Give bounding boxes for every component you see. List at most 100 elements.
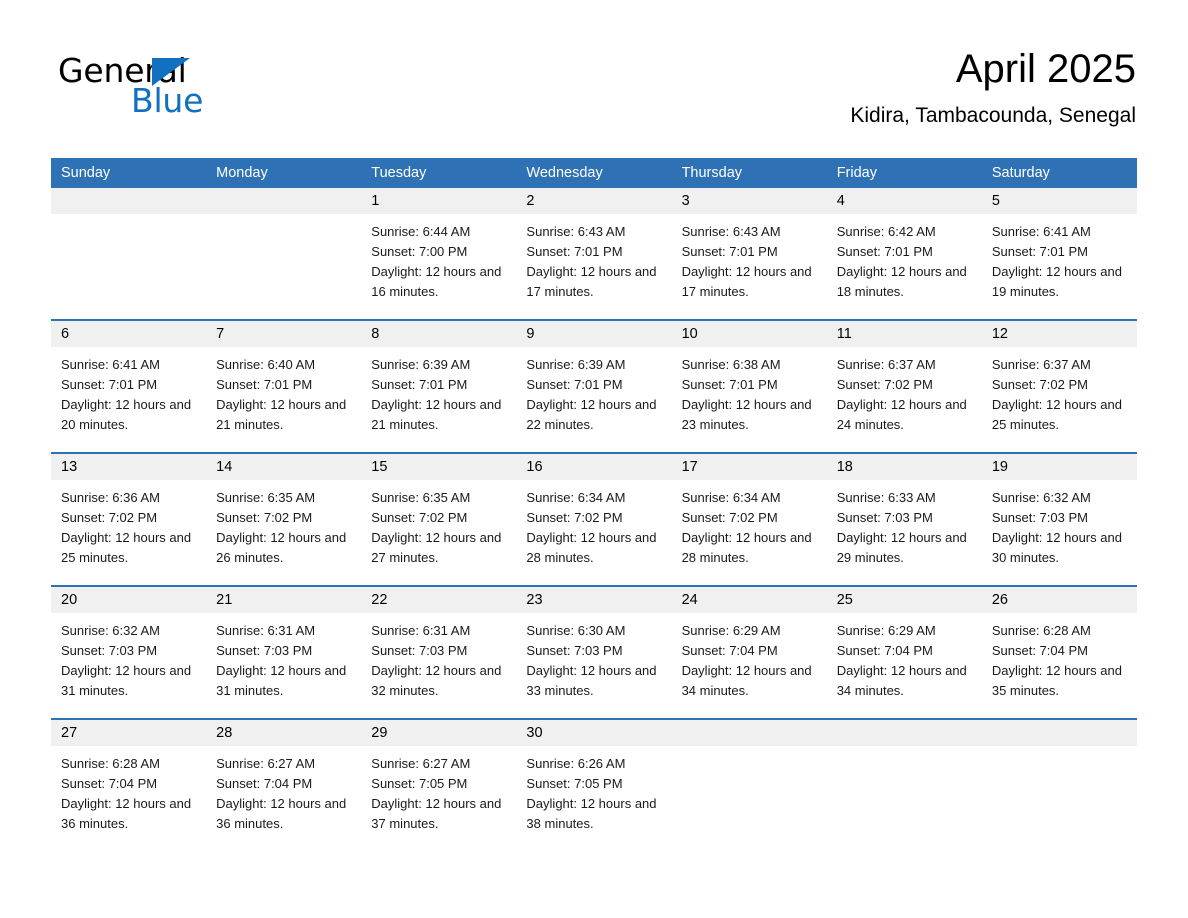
daylight-text: Daylight: 12 hours and 19 minutes. [991, 264, 1122, 299]
day-cell[interactable]: 5 Sunrise: 6:41 AM Sunset: 7:01 PM Dayli… [981, 188, 1137, 319]
day-info: Sunrise: 6:27 AM Sunset: 7:04 PM Dayligh… [206, 746, 361, 834]
sunset-text: Sunset: 7:05 PM [371, 776, 468, 791]
daylight-text: Daylight: 12 hours and 38 minutes. [526, 796, 657, 831]
weekday-header-friday: Friday [836, 165, 877, 181]
sunrise-text: Sunrise: 6:32 AM [61, 623, 160, 638]
generalblue-logo[interactable]: General Blue [58, 52, 318, 124]
sunrise-text: Sunrise: 6:35 AM [371, 490, 471, 505]
sunset-text: Sunset: 7:01 PM [526, 377, 623, 392]
sunset-text: Sunset: 7:03 PM [61, 643, 158, 658]
day-cell[interactable]: 28 Sunrise: 6:27 AM Sunset: 7:04 PM Dayl… [206, 720, 362, 851]
sunrise-text: Sunrise: 6:36 AM [61, 490, 160, 505]
daylight-text: Daylight: 12 hours and 23 minutes. [681, 397, 812, 432]
day-info [982, 746, 1137, 754]
page-title: April 2025 [955, 47, 1136, 91]
day-info: Sunrise: 6:29 AM Sunset: 7:04 PM Dayligh… [827, 613, 982, 701]
sunrise-text: Sunrise: 6:28 AM [991, 623, 1091, 638]
day-cell[interactable]: 21 Sunrise: 6:31 AM Sunset: 7:03 PM Dayl… [206, 587, 362, 718]
daylight-text: Daylight: 12 hours and 28 minutes. [526, 530, 657, 565]
day-cell[interactable]: 20 Sunrise: 6:32 AM Sunset: 7:03 PM Dayl… [51, 587, 207, 718]
sunrise-text: Sunrise: 6:28 AM [61, 756, 160, 771]
day-cell[interactable]: 17 Sunrise: 6:34 AM Sunset: 7:02 PM Dayl… [671, 454, 827, 585]
day-cell[interactable]: 15 Sunrise: 6:35 AM Sunset: 7:02 PM Dayl… [361, 454, 517, 585]
logo-text-blue: Blue [131, 81, 204, 120]
day-number: 14 [206, 454, 362, 480]
day-cell[interactable]: 30 Sunrise: 6:26 AM Sunset: 7:05 PM Dayl… [516, 720, 672, 851]
day-info: Sunrise: 6:34 AM Sunset: 7:02 PM Dayligh… [672, 480, 827, 568]
day-cell[interactable]: 8 Sunrise: 6:39 AM Sunset: 7:01 PM Dayli… [361, 321, 517, 452]
sunrise-text: Sunrise: 6:37 AM [836, 357, 936, 372]
day-cell[interactable]: 9 Sunrise: 6:39 AM Sunset: 7:01 PM Dayli… [516, 321, 672, 452]
day-cell[interactable]: 7 Sunrise: 6:40 AM Sunset: 7:01 PM Dayli… [206, 321, 362, 452]
day-cell[interactable]: 6 Sunrise: 6:41 AM Sunset: 7:01 PM Dayli… [51, 321, 207, 452]
sunrise-text: Sunrise: 6:26 AM [526, 756, 626, 771]
sunset-text: Sunset: 7:01 PM [526, 244, 623, 259]
sunrise-text: Sunrise: 6:34 AM [681, 490, 781, 505]
day-cell[interactable]: 22 Sunrise: 6:31 AM Sunset: 7:03 PM Dayl… [361, 587, 517, 718]
day-number: 30 [516, 720, 672, 746]
day-cell[interactable]: 14 Sunrise: 6:35 AM Sunset: 7:02 PM Dayl… [206, 454, 362, 585]
sunrise-text: Sunrise: 6:37 AM [991, 357, 1091, 372]
day-info: Sunrise: 6:26 AM Sunset: 7:05 PM Dayligh… [516, 746, 671, 834]
day-number: 7 [206, 321, 362, 347]
day-cell[interactable]: 11 Sunrise: 6:37 AM Sunset: 7:02 PM Dayl… [826, 321, 982, 452]
sunrise-text: Sunrise: 6:39 AM [526, 357, 626, 372]
daylight-text: Daylight: 12 hours and 30 minutes. [991, 530, 1122, 565]
day-cell[interactable]: 26 Sunrise: 6:28 AM Sunset: 7:04 PM Dayl… [981, 587, 1137, 718]
sunrise-text: Sunrise: 6:41 AM [991, 224, 1091, 239]
sunset-text: Sunset: 7:03 PM [836, 510, 933, 525]
day-number: 25 [826, 587, 982, 613]
daylight-text: Daylight: 12 hours and 24 minutes. [836, 397, 967, 432]
day-cell[interactable]: 24 Sunrise: 6:29 AM Sunset: 7:04 PM Dayl… [671, 587, 827, 718]
daylight-text: Daylight: 12 hours and 36 minutes. [61, 796, 192, 831]
day-cell[interactable]: 4 Sunrise: 6:42 AM Sunset: 7:01 PM Dayli… [826, 188, 982, 319]
day-info: Sunrise: 6:39 AM Sunset: 7:01 PM Dayligh… [361, 347, 516, 435]
day-number: 27 [51, 720, 207, 746]
day-info: Sunrise: 6:43 AM Sunset: 7:01 PM Dayligh… [672, 214, 827, 302]
day-cell[interactable]: 19 Sunrise: 6:32 AM Sunset: 7:03 PM Dayl… [981, 454, 1137, 585]
day-cell[interactable]: 27 Sunrise: 6:28 AM Sunset: 7:04 PM Dayl… [51, 720, 207, 851]
day-info: Sunrise: 6:36 AM Sunset: 7:02 PM Dayligh… [51, 480, 206, 568]
weekday-header-monday: Monday [216, 165, 268, 181]
sunrise-text: Sunrise: 6:40 AM [216, 357, 316, 372]
day-cell[interactable]: 25 Sunrise: 6:29 AM Sunset: 7:04 PM Dayl… [826, 587, 982, 718]
sunset-text: Sunset: 7:00 PM [371, 244, 468, 259]
weekday-header-saturday: Saturday [991, 165, 1050, 181]
sunset-text: Sunset: 7:05 PM [526, 776, 623, 791]
day-number: 21 [206, 587, 362, 613]
day-cell[interactable] [51, 188, 207, 319]
day-cell[interactable]: 18 Sunrise: 6:33 AM Sunset: 7:03 PM Dayl… [826, 454, 982, 585]
day-info: Sunrise: 6:32 AM Sunset: 7:03 PM Dayligh… [51, 613, 206, 701]
day-cell[interactable] [206, 188, 362, 319]
day-cell[interactable]: 16 Sunrise: 6:34 AM Sunset: 7:02 PM Dayl… [516, 454, 672, 585]
sunrise-text: Sunrise: 6:43 AM [526, 224, 626, 239]
daylight-text: Daylight: 12 hours and 18 minutes. [836, 264, 967, 299]
day-number: 5 [981, 188, 1137, 214]
day-cell[interactable]: 23 Sunrise: 6:30 AM Sunset: 7:03 PM Dayl… [516, 587, 672, 718]
day-cell[interactable]: 10 Sunrise: 6:38 AM Sunset: 7:01 PM Dayl… [671, 321, 827, 452]
week-row: 6 Sunrise: 6:41 AM Sunset: 7:01 PM Dayli… [51, 319, 1137, 452]
day-cell[interactable]: 13 Sunrise: 6:36 AM Sunset: 7:02 PM Dayl… [51, 454, 207, 585]
day-number: 18 [826, 454, 982, 480]
day-cell[interactable]: 29 Sunrise: 6:27 AM Sunset: 7:05 PM Dayl… [361, 720, 517, 851]
day-number: 9 [516, 321, 672, 347]
location-subtitle: Kidira, Tambacounda, Senegal [850, 104, 1136, 127]
day-number: 29 [361, 720, 517, 746]
day-info [827, 746, 982, 754]
sunset-text: Sunset: 7:04 PM [991, 643, 1088, 658]
day-cell[interactable]: 12 Sunrise: 6:37 AM Sunset: 7:02 PM Dayl… [981, 321, 1137, 452]
day-number: 23 [516, 587, 672, 613]
day-info: Sunrise: 6:29 AM Sunset: 7:04 PM Dayligh… [672, 613, 827, 701]
day-info: Sunrise: 6:35 AM Sunset: 7:02 PM Dayligh… [361, 480, 516, 568]
day-cell[interactable] [981, 720, 1137, 851]
day-cell[interactable] [826, 720, 982, 851]
day-cell[interactable] [671, 720, 827, 851]
sunset-text: Sunset: 7:04 PM [61, 776, 158, 791]
day-cell[interactable]: 1 Sunrise: 6:44 AM Sunset: 7:00 PM Dayli… [361, 188, 517, 319]
day-info: Sunrise: 6:40 AM Sunset: 7:01 PM Dayligh… [206, 347, 361, 435]
sunrise-text: Sunrise: 6:44 AM [371, 224, 471, 239]
day-cell[interactable]: 3 Sunrise: 6:43 AM Sunset: 7:01 PM Dayli… [671, 188, 827, 319]
day-number: 16 [516, 454, 672, 480]
day-info: Sunrise: 6:33 AM Sunset: 7:03 PM Dayligh… [827, 480, 982, 568]
day-cell[interactable]: 2 Sunrise: 6:43 AM Sunset: 7:01 PM Dayli… [516, 188, 672, 319]
